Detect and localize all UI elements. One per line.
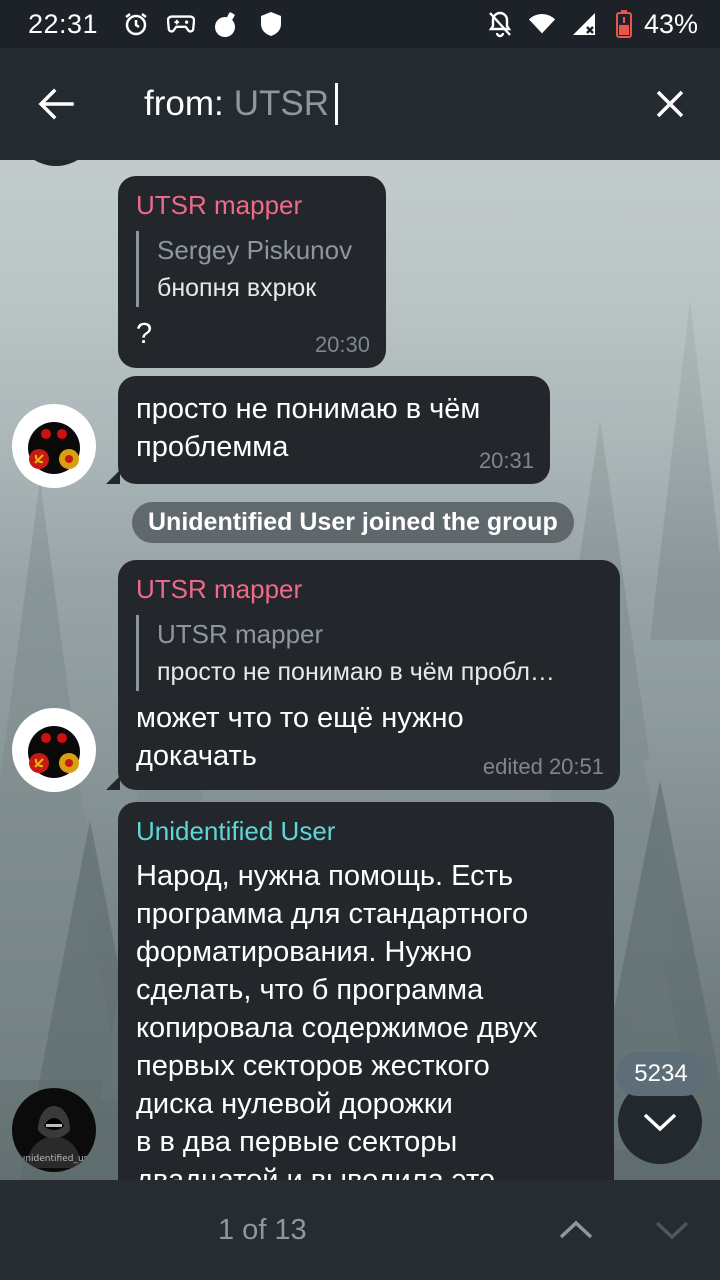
message-time: edited 20:51 — [482, 754, 604, 779]
next-result-button[interactable] — [640, 1202, 704, 1258]
signal-icon — [570, 10, 598, 38]
avatar[interactable] — [12, 404, 96, 488]
message-text: просто не понимаю в чём проблемма — [136, 393, 481, 463]
previous-result-button[interactable] — [544, 1202, 608, 1258]
message-bubble[interactable]: Unidentified User Народ, нужна помощь. Е… — [118, 802, 614, 1180]
chevron-up-icon — [559, 1220, 593, 1239]
reply-text: бнопня вхрюк — [157, 274, 317, 302]
reply-quote[interactable]: UTSR mapper просто не понимаю в чём проб… — [136, 615, 602, 691]
bubble-tail — [106, 470, 120, 484]
chevron-down-icon — [643, 1113, 677, 1132]
message-list[interactable]: UTSR mapper Sergey Piskunov бнопня вхрюк… — [0, 160, 720, 1180]
close-search-button[interactable] — [620, 48, 720, 160]
reply-sender: UTSR mapper — [157, 619, 324, 649]
chevron-down-icon — [655, 1221, 689, 1240]
message-sender: UTSR mapper — [136, 190, 303, 220]
status-bar: 22:31 43% — [0, 0, 720, 48]
arrow-left-icon — [38, 88, 74, 120]
search-result-counter: 1 of 13 — [218, 1213, 307, 1246]
alarm-icon — [122, 10, 150, 38]
avatar[interactable] — [12, 708, 96, 792]
wifi-icon — [528, 10, 556, 38]
message-text: Народ, нужна помощь. Есть программа для … — [136, 860, 538, 1180]
search-query: UTSR — [233, 84, 330, 123]
avatar-label: unidentified_us — [19, 1154, 89, 1164]
message-bubble[interactable]: просто не понимаю в чём проблемма 20:31 — [118, 376, 550, 484]
service-message: Unidentified User joined the group — [132, 502, 574, 543]
search-filter-prefix: from: — [144, 84, 224, 123]
message-time: 20:30 — [314, 332, 370, 357]
avatar[interactable] — [14, 160, 98, 166]
battery-icon — [610, 10, 638, 38]
reply-sender: Sergey Piskunov — [157, 235, 353, 265]
message-bubble[interactable]: UTSR mapper Sergey Piskunov бнопня вхрюк… — [118, 176, 386, 368]
bubble-tail — [106, 776, 120, 790]
utsr-avatar-icon — [28, 726, 80, 778]
gamepad-icon — [167, 10, 196, 38]
bomb-icon — [212, 10, 240, 38]
back-button[interactable] — [0, 48, 112, 160]
reply-text: просто не понимаю в чём пробл… — [157, 658, 555, 686]
message-bubble[interactable]: UTSR mapper UTSR mapper просто не понима… — [118, 560, 620, 790]
search-input[interactable]: from: UTSR — [112, 83, 620, 125]
text-cursor — [335, 83, 339, 125]
message-sender: Unidentified User — [136, 816, 336, 846]
battery-percent: 43% — [643, 8, 698, 39]
message-sender: UTSR mapper — [136, 574, 303, 604]
bell-off-icon — [486, 10, 514, 38]
unread-count-badge: 5234 — [616, 1052, 706, 1096]
avatar[interactable]: unidentified_us — [12, 1088, 96, 1172]
utsr-avatar-icon — [28, 422, 80, 474]
reply-quote[interactable]: Sergey Piskunov бнопня вхрюк — [136, 231, 368, 307]
shield-icon — [257, 10, 285, 38]
message-time: 20:31 — [478, 448, 534, 473]
search-results-bar: 1 of 13 — [0, 1180, 720, 1280]
search-toolbar: from: UTSR — [0, 48, 720, 160]
close-icon — [656, 90, 684, 118]
status-time: 22:31 — [28, 8, 99, 39]
